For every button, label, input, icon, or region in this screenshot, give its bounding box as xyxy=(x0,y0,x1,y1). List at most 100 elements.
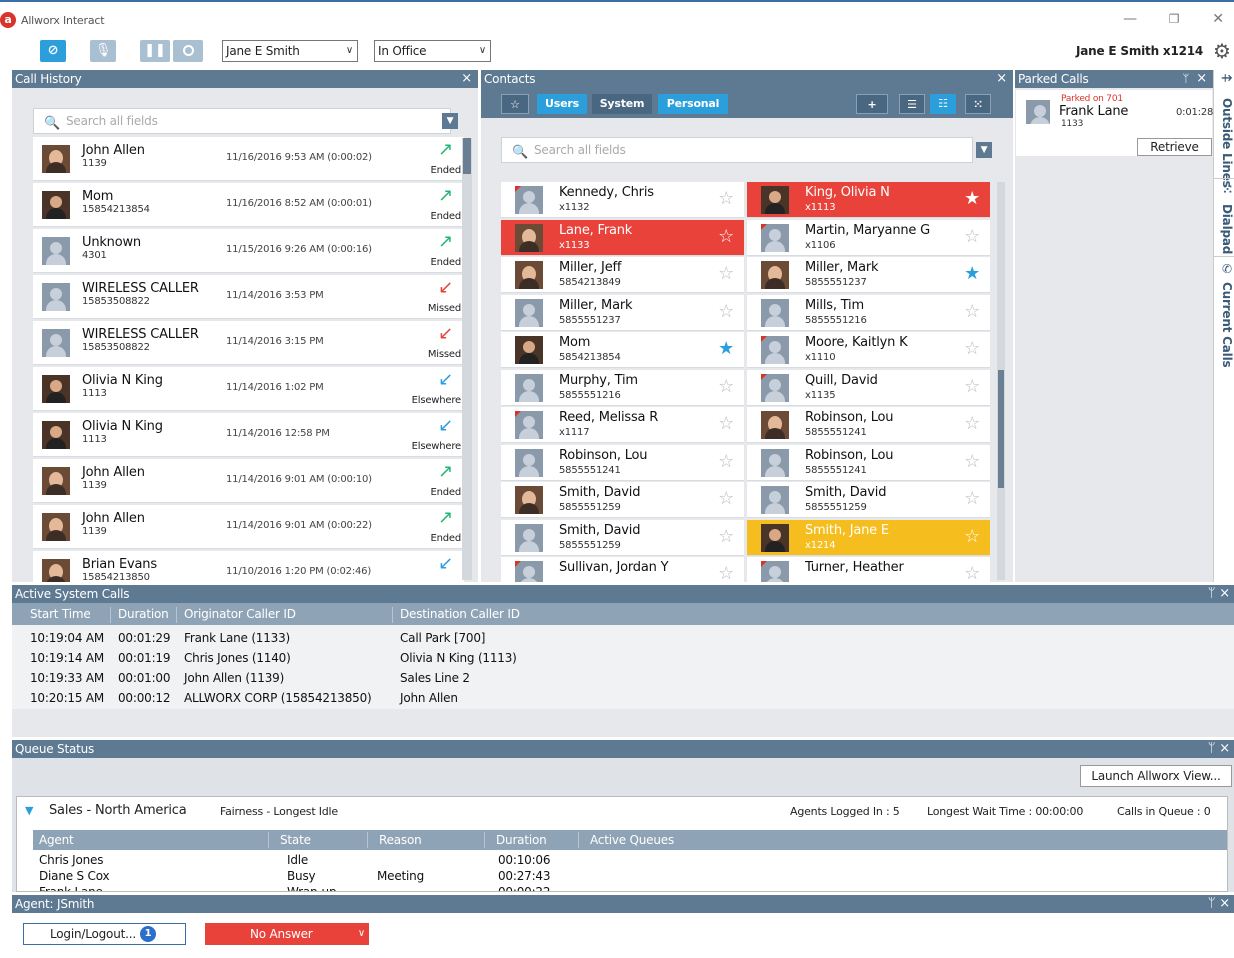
contact-card[interactable]: Robinson, Lou 5855551241 ☆ xyxy=(747,407,990,443)
contact-card[interactable]: Murphy, Tim 5855551216 ☆ xyxy=(501,369,744,406)
queue-status-header: Queue Status ᛘ × xyxy=(12,740,1234,758)
call-history-scrollbar[interactable] xyxy=(462,138,472,580)
favorite-star-icon[interactable]: ☆ xyxy=(718,488,734,509)
call-history-row[interactable]: Olivia N King 1113 11/14/2016 12:58 PM ↙… xyxy=(33,413,464,457)
presence-select[interactable]: In Office ∨ xyxy=(374,40,491,62)
favorite-star-icon[interactable]: ☆ xyxy=(964,488,980,509)
favorite-star-icon[interactable]: ☆ xyxy=(718,301,734,322)
tab-users[interactable]: Users xyxy=(537,94,587,114)
call-history-row[interactable]: John Allen 1139 11/16/2016 9:53 AM (0:00… xyxy=(33,137,464,181)
parked-call-card[interactable]: Parked on 701 Frank Lane 1133 0:01:28 Re… xyxy=(1016,90,1213,156)
scrollbar-thumb[interactable] xyxy=(998,370,1004,488)
retrieve-button[interactable]: Retrieve xyxy=(1137,138,1212,156)
favorite-star-icon[interactable]: ☆ xyxy=(964,338,980,359)
launch-allworx-view-button[interactable]: Launch Allworx View... xyxy=(1080,765,1232,787)
contact-card[interactable]: Quill, David x1135 ☆ xyxy=(747,369,990,406)
call-history-row[interactable]: John Allen 1139 11/14/2016 9:01 AM (0:00… xyxy=(33,459,464,503)
agent-status-select[interactable]: No Answer ∨ xyxy=(205,923,369,945)
favorite-star-icon[interactable]: ☆ xyxy=(964,226,980,247)
favorite-star-icon[interactable]: ☆ xyxy=(718,451,734,472)
contact-card[interactable]: Robinson, Lou 5855551241 ☆ xyxy=(747,444,990,481)
contact-card[interactable]: Lane, Frank x1133 ☆ xyxy=(501,219,744,256)
favorite-star-icon[interactable]: ☆ xyxy=(718,526,734,547)
column-header[interactable]: Duration xyxy=(118,607,169,621)
favorite-star-icon[interactable]: ☆ xyxy=(964,451,980,472)
user-select[interactable]: Jane E Smith ∨ xyxy=(222,40,358,62)
pin-icon[interactable]: ᛘ × xyxy=(1208,740,1230,758)
avatar xyxy=(515,486,543,514)
restore-button[interactable]: ❐ xyxy=(1164,10,1184,28)
pin-icon[interactable]: ᛘ × xyxy=(1208,895,1230,913)
do-not-disturb-button[interactable]: ⊘ xyxy=(40,40,66,62)
favorite-star-icon[interactable]: ☆ xyxy=(964,413,980,434)
favorite-star-icon[interactable]: ★ xyxy=(718,338,734,359)
close-icon[interactable]: × xyxy=(996,70,1007,88)
contact-card[interactable]: Smith, David 5855551259 ☆ xyxy=(501,482,744,518)
gear-icon[interactable]: ⚙ xyxy=(1213,39,1231,63)
tab-current-calls[interactable]: Current Calls xyxy=(1216,282,1234,367)
contact-card[interactable]: Mills, Tim 5855551216 ☆ xyxy=(747,294,990,331)
tab-personal[interactable]: Personal xyxy=(658,94,728,114)
call-history-row[interactable]: Olivia N King 1113 11/14/2016 1:02 PM ↙ … xyxy=(33,367,464,411)
pin-icon[interactable]: ᛘ × xyxy=(1208,585,1230,603)
call-history-row[interactable]: WIRELESS CALLER 15853508822 11/14/2016 3… xyxy=(33,275,464,319)
column-header[interactable]: Originator Caller ID xyxy=(184,607,296,621)
contacts-search-input[interactable]: 🔍 Search all fields xyxy=(501,137,973,163)
favorite-star-icon[interactable]: ★ xyxy=(964,188,980,209)
call-history-row[interactable]: WIRELESS CALLER 15853508822 11/14/2016 3… xyxy=(33,321,464,365)
minimize-button[interactable]: — xyxy=(1120,10,1140,28)
favorite-star-icon[interactable]: ☆ xyxy=(964,563,980,582)
contact-card[interactable]: Sullivan, Jordan Y ☆ xyxy=(501,557,744,582)
close-window-button[interactable]: ✕ xyxy=(1208,10,1228,28)
flag-icon xyxy=(761,561,767,567)
call-history-row[interactable]: Brian Evans 15854213850 11/10/2016 1:20 … xyxy=(33,551,464,582)
list-view-icon[interactable]: ☰ xyxy=(899,94,925,114)
contact-card[interactable]: Turner, Heather ☆ xyxy=(747,557,990,582)
hold-button[interactable]: ❚❚ xyxy=(140,40,170,62)
scrollbar-thumb[interactable] xyxy=(463,138,471,174)
login-logout-button[interactable]: Login/Logout... 1 xyxy=(23,923,186,945)
search-options-dropdown[interactable]: ▼ xyxy=(976,142,992,158)
contact-card[interactable]: King, Olivia N x1113 ★ xyxy=(747,182,990,218)
record-button[interactable] xyxy=(173,40,203,62)
tile-view-icon[interactable]: ⁙ xyxy=(965,94,991,114)
contact-card[interactable]: Martin, Maryanne G x1106 ☆ xyxy=(747,219,990,256)
favorite-star-icon[interactable]: ☆ xyxy=(718,376,734,397)
flag-icon xyxy=(761,373,767,380)
contact-card[interactable]: Smith, David 5855551259 ☆ xyxy=(501,519,744,556)
mute-button[interactable]: 🎙 xyxy=(90,40,116,62)
favorite-star-icon[interactable]: ☆ xyxy=(718,263,734,284)
contact-card[interactable]: Miller, Mark 5855551237 ★ xyxy=(747,257,990,293)
contact-card[interactable]: Miller, Jeff 5854213849 ☆ xyxy=(501,257,744,293)
contact-card[interactable]: Smith, David 5855551259 ☆ xyxy=(747,482,990,518)
contact-card[interactable]: Kennedy, Chris x1132 ☆ xyxy=(501,182,744,218)
favorite-star-icon[interactable]: ☆ xyxy=(718,226,734,247)
call-history-row[interactable]: John Allen 1139 11/14/2016 9:01 AM (0:00… xyxy=(33,505,464,549)
contact-card[interactable]: Mom 5854213854 ★ xyxy=(501,332,744,368)
favorite-star-icon[interactable]: ☆ xyxy=(964,526,980,547)
favorite-star-icon[interactable]: ☆ xyxy=(718,188,734,209)
call-history-row[interactable]: Unknown 4301 11/15/2016 9:26 AM (0:00:16… xyxy=(33,229,464,273)
pin-icon[interactable]: ᛘ xyxy=(1183,70,1190,88)
favorite-star-icon[interactable]: ☆ xyxy=(964,301,980,322)
close-icon[interactable]: × xyxy=(1196,70,1207,88)
add-contact-button[interactable]: + xyxy=(856,94,888,114)
favorite-star-icon[interactable]: ☆ xyxy=(718,413,734,434)
contact-card[interactable]: Robinson, Lou 5855551241 ☆ xyxy=(501,444,744,481)
contact-card[interactable]: Miller, Mark 5855551237 ☆ xyxy=(501,294,744,331)
column-header[interactable]: Destination Caller ID xyxy=(400,607,520,621)
grid-view-icon[interactable]: ☷ xyxy=(930,94,956,114)
favorite-star-icon[interactable]: ☆ xyxy=(964,376,980,397)
favorites-tab[interactable]: ☆ xyxy=(501,94,529,114)
favorite-star-icon[interactable]: ★ xyxy=(964,263,980,284)
column-header[interactable]: Start Time xyxy=(30,607,91,621)
tab-outside-lines[interactable]: Outside Lines xyxy=(1216,98,1234,188)
contact-card[interactable]: Moore, Kaitlyn K x1110 ☆ xyxy=(747,332,990,368)
contact-card[interactable]: Smith, Jane E x1214 ☆ xyxy=(747,519,990,556)
contacts-scrollbar[interactable] xyxy=(997,182,1005,580)
tab-dialpad[interactable]: Dialpad xyxy=(1216,204,1234,254)
tab-system[interactable]: System xyxy=(592,94,652,114)
call-history-row[interactable]: Mom 15854213854 11/16/2016 8:52 AM (0:00… xyxy=(33,183,464,227)
contact-card[interactable]: Reed, Melissa R x1117 ☆ xyxy=(501,407,744,443)
favorite-star-icon[interactable]: ☆ xyxy=(718,563,734,582)
